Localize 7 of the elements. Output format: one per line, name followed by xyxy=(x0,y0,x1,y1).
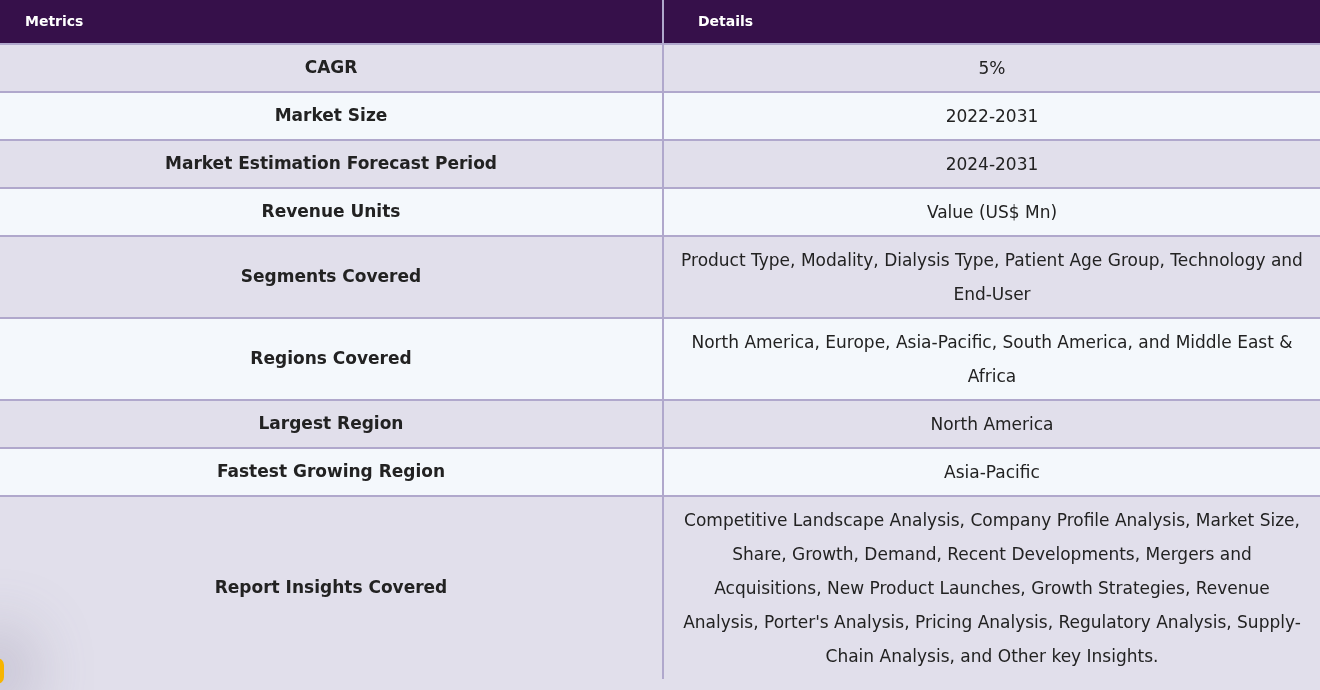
details-cell: Product Type, Modality, Dialysis Type, Patient Age Group, Technology and End-User xyxy=(663,236,1320,318)
details-cell: 2024-2031 xyxy=(663,140,1320,188)
details-cell: Asia-Pacific xyxy=(663,448,1320,496)
details-cell: Competitive Landscape Analysis, Company Profile Analysis, Market Size, Share, Growth, Demand, Recent Developments, Mergers and Acquisitions, New Product Launches, Growth Strategies, Revenue Analysis, Porter's Analysis, Pricing Analysis, Regulatory Analysis, Supply-Chain Analysis, and Other key Insights. xyxy=(663,496,1320,679)
details-cell: North America xyxy=(663,400,1320,448)
details-cell: 5% xyxy=(663,44,1320,92)
details-cell: North America, Europe, Asia-Pacific, South America, and Middle East & Africa xyxy=(663,318,1320,400)
